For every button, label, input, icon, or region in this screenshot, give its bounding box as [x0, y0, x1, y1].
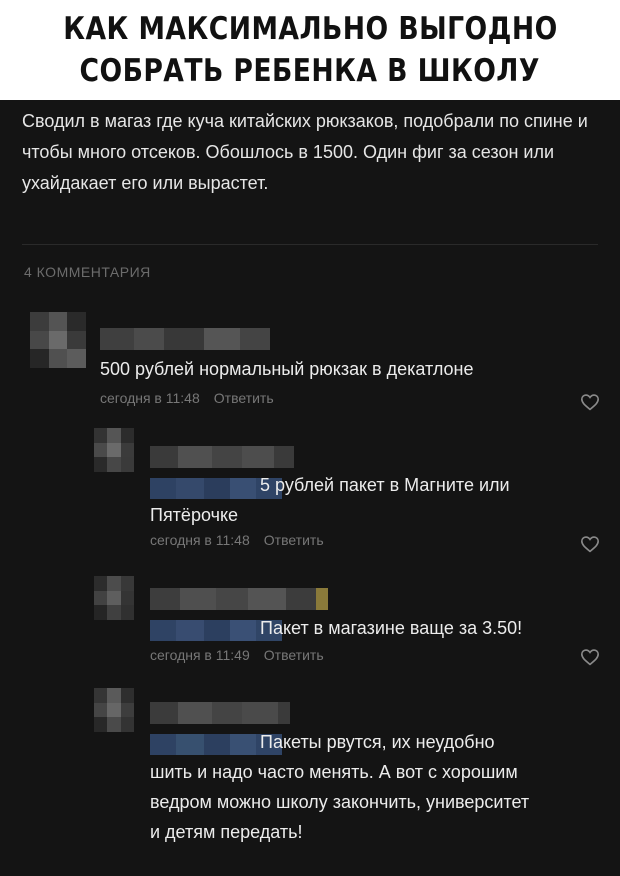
avatar[interactable] — [30, 312, 86, 368]
comment-text: 500 рублей нормальный рюкзак в декатлоне — [100, 359, 474, 379]
divider — [22, 244, 598, 245]
comment-time: сегодня в 11:48 — [150, 532, 250, 548]
like-heart-icon[interactable] — [580, 648, 600, 666]
author-name-blurred[interactable] — [150, 446, 294, 468]
meme-header: КАК МАКСИМАЛЬНО ВЫГОДНО СОБРАТЬ РЕБЕНКА … — [0, 0, 620, 100]
comment-meta: сегодня в 11:48 Ответить — [150, 532, 324, 548]
header-line-1: КАК МАКСИМАЛЬНО ВЫГОДНО — [62, 11, 558, 47]
like-heart-icon[interactable] — [580, 535, 600, 553]
comment-time: сегодня в 11:49 — [150, 647, 250, 663]
comment-text: Пакеты рвутся, их неудобно шить и надо ч… — [150, 732, 530, 842]
avatar[interactable] — [94, 428, 134, 472]
reply-button[interactable]: Ответить — [264, 647, 324, 663]
comment-meta: сегодня в 11:49 Ответить — [150, 647, 324, 663]
post-text: Сводил в магаз где куча китайских рюкзак… — [22, 111, 588, 193]
avatar[interactable] — [94, 688, 134, 732]
author-name-blurred[interactable] — [150, 702, 290, 724]
reply-button[interactable]: Ответить — [214, 390, 274, 406]
reply-button[interactable]: Ответить — [264, 532, 324, 548]
author-name-blurred[interactable] — [100, 328, 270, 350]
comment-time: сегодня в 11:48 — [100, 390, 200, 406]
like-heart-icon[interactable] — [580, 393, 600, 411]
comment-text: Пакет в магазине ваще за 3.50! — [260, 618, 523, 638]
header-line-2: СОБРАТЬ РЕБЕНКА В ШКОЛУ — [79, 53, 541, 89]
comment-meta: сегодня в 11:48 Ответить — [100, 390, 274, 406]
comment-text: 5 рублей пакет в Магните или Пятёрочке — [150, 475, 510, 525]
avatar[interactable] — [94, 576, 134, 620]
author-name-blurred[interactable] — [150, 588, 328, 610]
comments-count: 4 КОММЕНТАРИЯ — [24, 264, 151, 280]
